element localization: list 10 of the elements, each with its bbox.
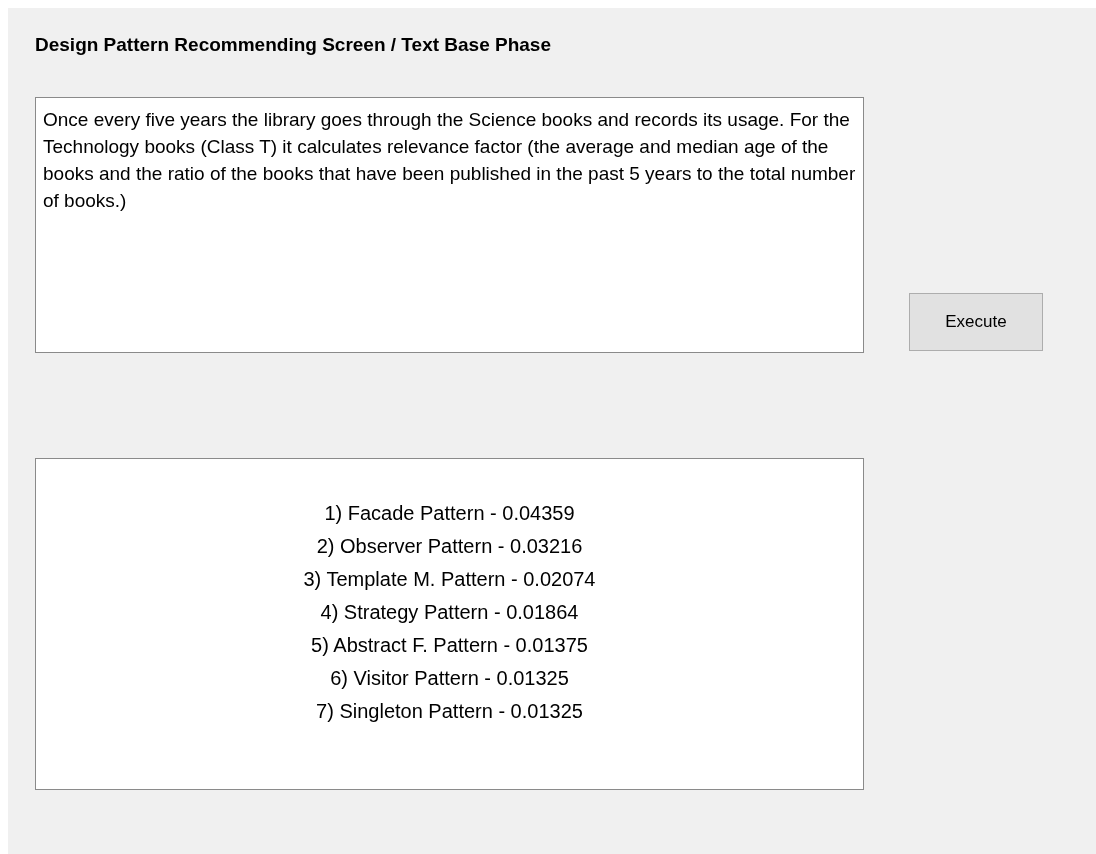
result-line: 3) Template M. Pattern - 0.02074 bbox=[303, 567, 596, 592]
result-line: 6) Visitor Pattern - 0.01325 bbox=[330, 666, 569, 691]
result-line: 4) Strategy Pattern - 0.01864 bbox=[320, 600, 579, 625]
result-line: 1) Facade Pattern - 0.04359 bbox=[324, 501, 575, 526]
result-line: 5) Abstract F. Pattern - 0.01375 bbox=[311, 633, 588, 658]
input-field[interactable]: Once every five years the library goes through the Science books and records its usage. For the Technology books (Class T) it calculates relevance factor (the average and median age of the books and the ratio of the books that have been published in the past 5 years to the total number of books.) bbox=[35, 97, 864, 353]
execute-button[interactable]: Execute bbox=[909, 293, 1043, 351]
window-title: Design Pattern Recommending Screen / Text Base Phase bbox=[35, 34, 552, 57]
result-line: 7) Singleton Pattern - 0.01325 bbox=[316, 699, 583, 724]
result-line: 2) Observer Pattern - 0.03216 bbox=[316, 534, 583, 559]
